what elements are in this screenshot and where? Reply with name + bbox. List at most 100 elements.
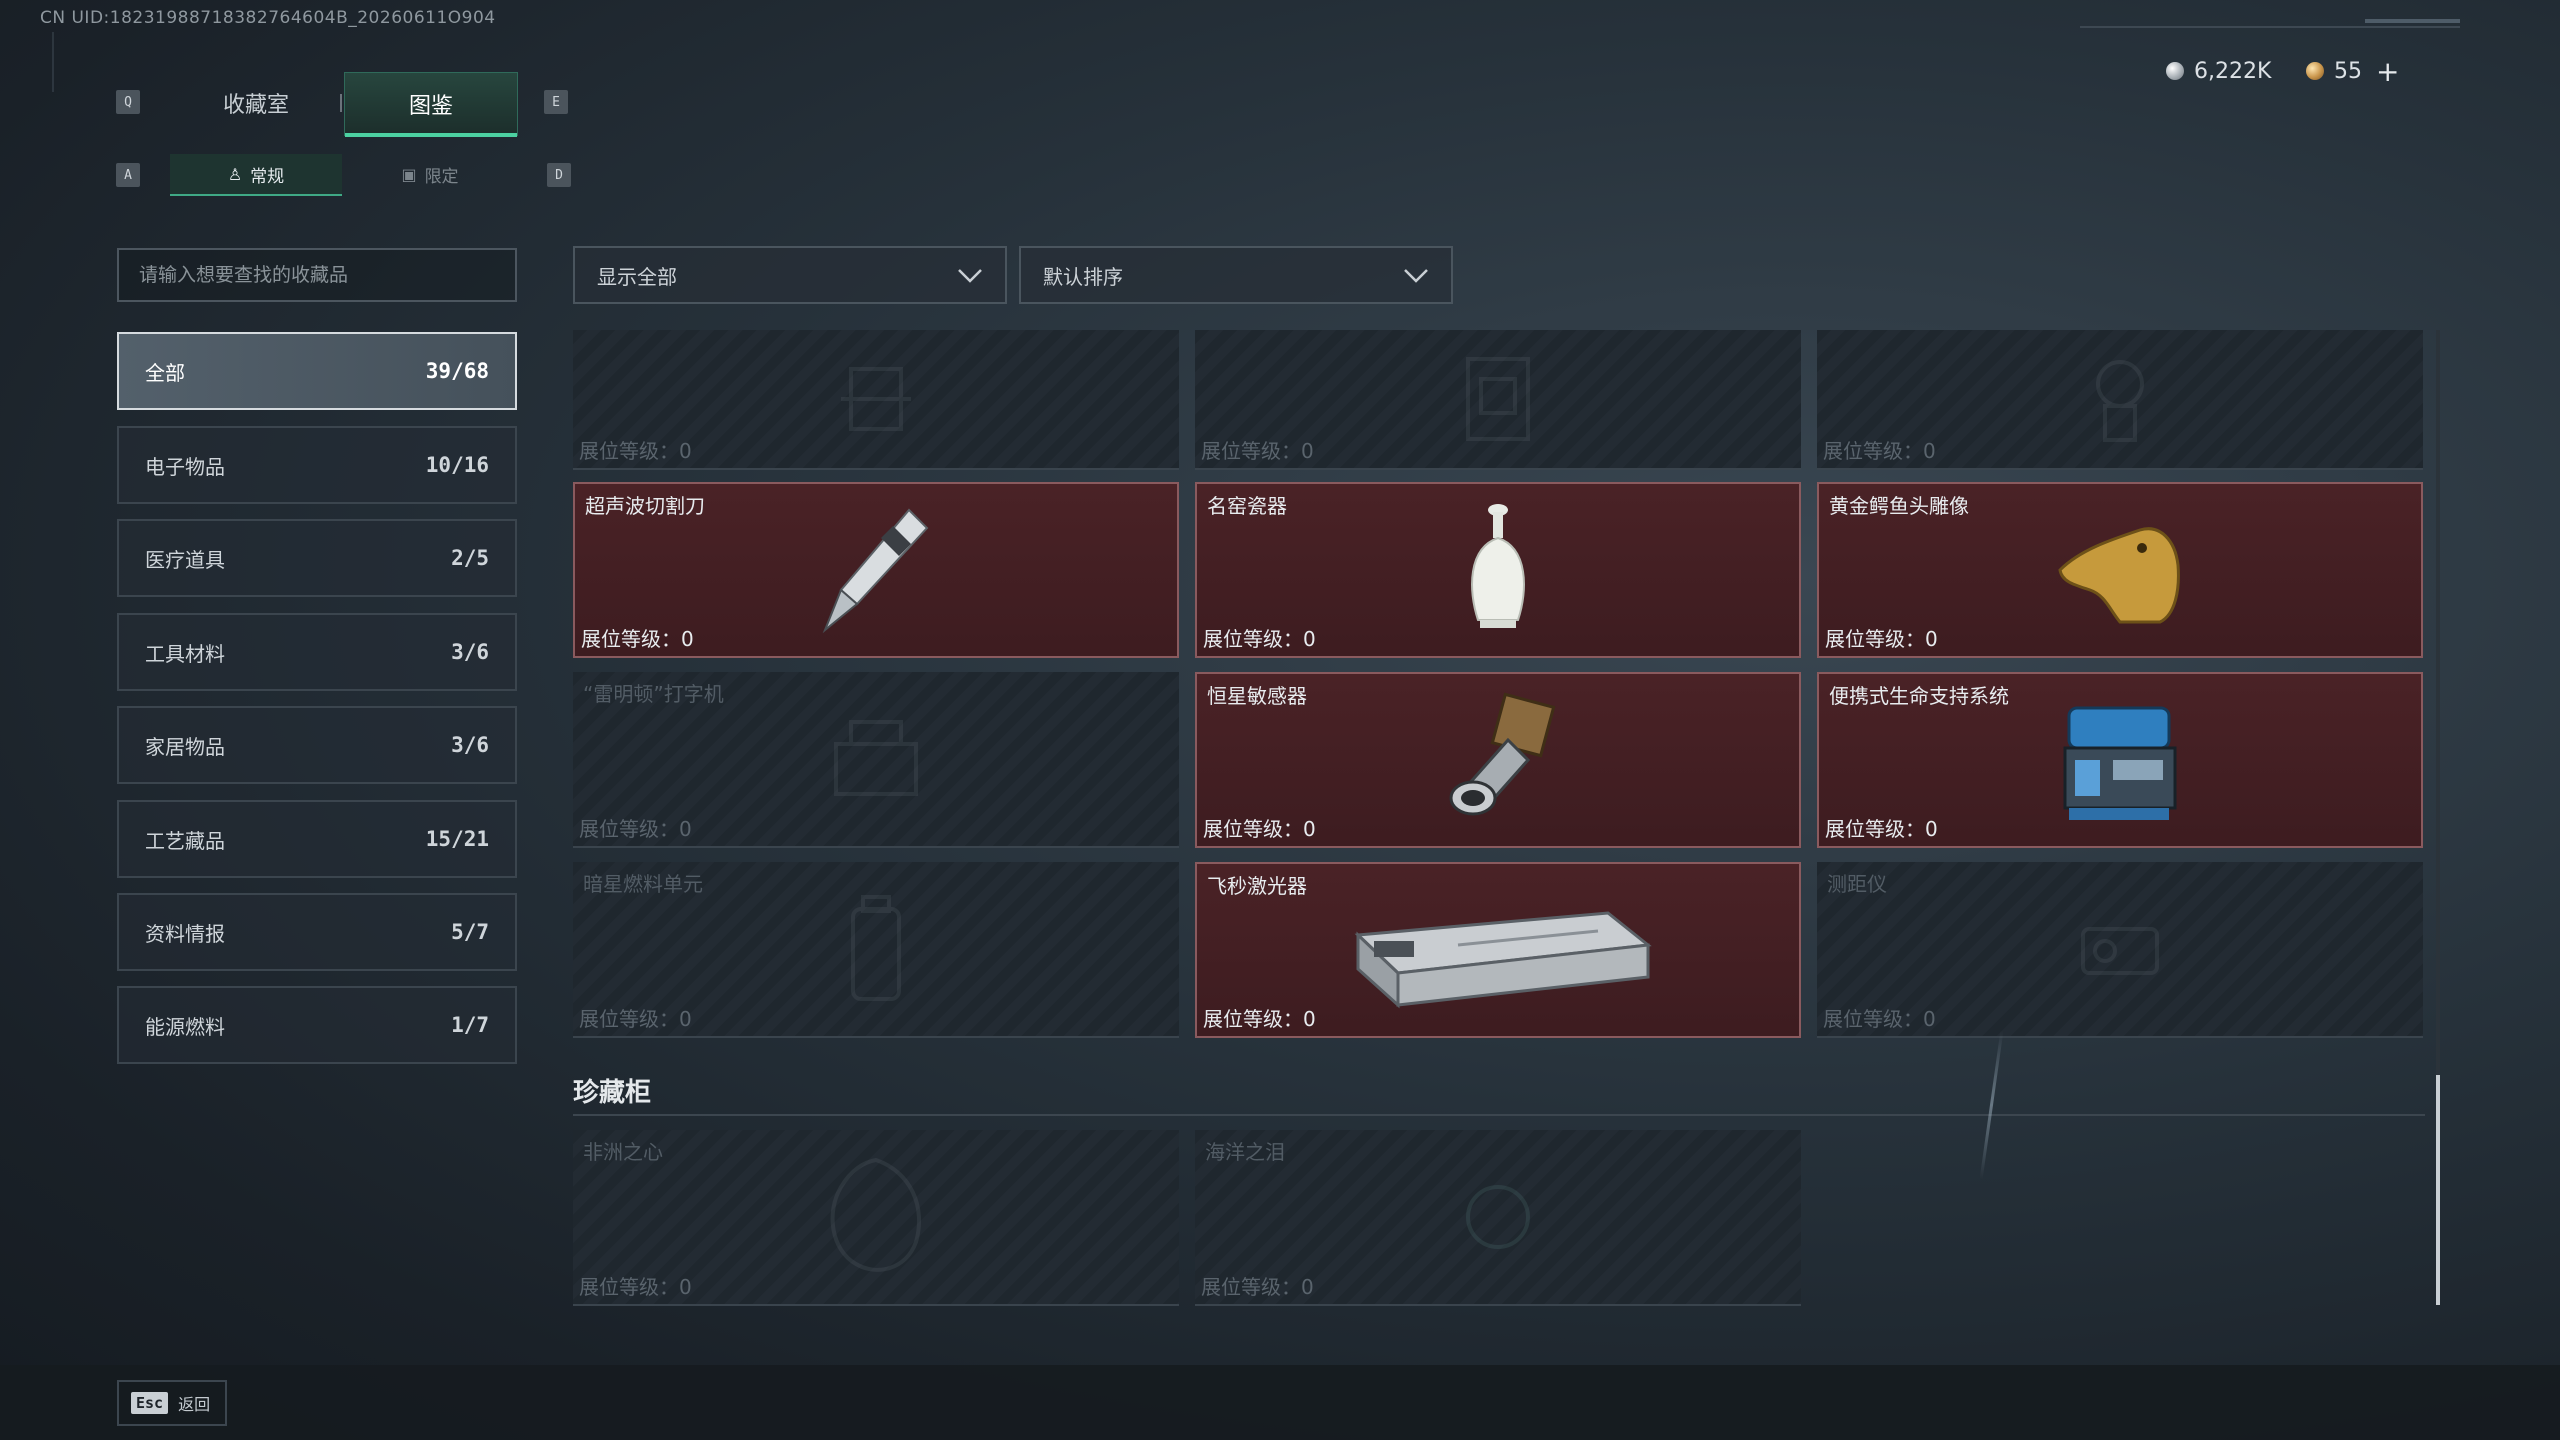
booth-level: 展位等级：0: [1823, 439, 1936, 463]
category-label: 电子物品: [145, 454, 225, 479]
item-name: 海洋之泪: [1205, 1140, 1285, 1164]
sort-dropdown-value: 默认排序: [1043, 264, 1123, 289]
item-name: “雷明顿”打字机: [583, 682, 724, 706]
booth-level: 展位等级：0: [581, 627, 694, 651]
subtab-regular-label: 常规: [250, 166, 285, 187]
regular-icon: ♙: [227, 164, 243, 184]
safe-icon: [1466, 357, 1530, 441]
filter-dropdown[interactable]: 显示全部: [573, 246, 1007, 304]
filter-dropdown-value: 显示全部: [597, 264, 677, 289]
tool-icon: [841, 367, 911, 431]
booth-level: 展位等级：0: [1823, 1007, 1936, 1031]
category-label: 医疗道具: [145, 547, 225, 572]
category-tools[interactable]: 工具材料 3/6: [117, 613, 517, 691]
back-button[interactable]: Esc 返回: [117, 1380, 227, 1426]
category-electronics[interactable]: 电子物品 10/16: [117, 426, 517, 504]
booth-level: 展位等级：0: [1201, 439, 1314, 463]
collectible-card[interactable]: 便携式生命支持系统 展位等级：0: [1817, 672, 2423, 848]
category-medical[interactable]: 医疗道具 2/5: [117, 519, 517, 597]
item-name: 暗星燃料单元: [583, 872, 703, 896]
back-label: 返回: [178, 1395, 211, 1414]
collectible-card[interactable]: 名窑瓷器 展位等级：0: [1195, 482, 1801, 658]
item-name: 便携式生命支持系统: [1829, 684, 2009, 708]
chevron-down-icon: [958, 269, 982, 283]
sort-dropdown[interactable]: 默认排序: [1019, 246, 1453, 304]
booth-level: 展位等级：0: [579, 1275, 692, 1299]
bottom-bar: [0, 1365, 2560, 1440]
collectible-card[interactable]: 超声波切割刀 展位等级：0: [573, 482, 1179, 658]
showcase-card[interactable]: 非洲之心 展位等级：0: [573, 1130, 1179, 1306]
category-count: 5/7: [451, 920, 489, 944]
category-all[interactable]: 全部 39/68: [117, 332, 517, 410]
key-hint-q: Q: [116, 90, 140, 114]
category-label: 工艺藏品: [145, 828, 225, 853]
category-count: 39/68: [425, 359, 489, 383]
silver-amount: 6,222K: [2194, 58, 2272, 84]
chevron-down-icon: [1404, 269, 1428, 283]
diamond-icon: [830, 1157, 922, 1272]
booth-level: 展位等级：0: [579, 1007, 692, 1031]
silver-coin-icon: [2166, 62, 2184, 80]
category-crafts[interactable]: 工艺藏品 15/21: [117, 800, 517, 878]
corner-decoration: [52, 32, 72, 92]
category-label: 资料情报: [145, 921, 225, 946]
collectible-card[interactable]: “雷明顿”打字机 展位等级：0: [573, 672, 1179, 848]
gem-icon: [1466, 1185, 1530, 1249]
typewriter-icon: [834, 720, 918, 796]
uid-label: CN UID:18231988718382764604B_20260611O90…: [40, 8, 496, 28]
category-count: 10/16: [425, 453, 489, 477]
collectible-card[interactable]: 展位等级：0: [1195, 330, 1801, 470]
gold-amount: 55: [2334, 58, 2362, 84]
gold-currency: 55 +: [2306, 55, 2399, 88]
add-currency-button[interactable]: +: [2376, 55, 2399, 88]
showcase-title: 珍藏柜: [573, 1078, 652, 1108]
item-name: 名窑瓷器: [1207, 494, 1287, 518]
subtab-regular[interactable]: ♙ 常规: [170, 154, 342, 196]
category-count: 15/21: [425, 827, 489, 851]
category-count: 1/7: [451, 1013, 489, 1037]
category-label: 家居物品: [145, 734, 225, 759]
rangefinder-icon: [2081, 927, 2159, 975]
category-count: 2/5: [451, 546, 489, 570]
esc-key-hint: Esc: [131, 1392, 169, 1414]
top-decoration-accent: [2365, 19, 2460, 23]
star-sensor-icon: [1449, 692, 1556, 816]
collectible-card[interactable]: 测距仪 展位等级：0: [1817, 862, 2423, 1038]
collectible-card[interactable]: 展位等级：0: [573, 330, 1179, 470]
booth-level: 展位等级：0: [1203, 627, 1316, 651]
category-count: 3/6: [451, 733, 489, 757]
collectible-card[interactable]: 黄金鳄鱼头雕像 展位等级：0: [1817, 482, 2423, 658]
collectible-card[interactable]: 展位等级：0: [1817, 330, 2423, 470]
gold-crocodile-head-icon: [2058, 527, 2180, 624]
item-name: 恒星敏感器: [1207, 684, 1307, 708]
category-label: 全部: [145, 360, 185, 385]
tab-collection-room[interactable]: 收藏室: [170, 72, 342, 134]
booth-level: 展位等级：0: [579, 439, 692, 463]
fuel-cell-icon: [851, 895, 901, 1001]
category-household[interactable]: 家居物品 3/6: [117, 706, 517, 784]
scrollbar-thumb[interactable]: [2436, 1075, 2440, 1305]
background-light-streak: [1979, 1030, 2004, 1180]
tab-catalog[interactable]: 图鉴: [344, 72, 518, 137]
subtab-limited[interactable]: ▣ 限定: [344, 154, 516, 194]
collectible-card[interactable]: 暗星燃料单元 展位等级：0: [573, 862, 1179, 1038]
category-label: 能源燃料: [145, 1014, 225, 1039]
showcase-card[interactable]: 海洋之泪 展位等级：0: [1195, 1130, 1801, 1306]
category-intel[interactable]: 资料情报 5/7: [117, 893, 517, 971]
tab-divider: [340, 94, 342, 112]
booth-level: 展位等级：0: [1201, 1275, 1314, 1299]
gold-coin-icon: [2306, 62, 2324, 80]
life-support-icon: [2063, 706, 2177, 820]
porcelain-vase-icon: [1471, 504, 1525, 628]
top-decoration-line: [2080, 26, 2460, 28]
search-input[interactable]: [117, 248, 517, 302]
limited-icon: ▣: [401, 164, 417, 184]
item-name: 超声波切割刀: [585, 494, 705, 518]
item-name: 黄金鳄鱼头雕像: [1829, 494, 1969, 518]
booth-level: 展位等级：0: [579, 817, 692, 841]
item-name: 非洲之心: [583, 1140, 663, 1164]
category-energy[interactable]: 能源燃料 1/7: [117, 986, 517, 1064]
collectible-card[interactable]: 飞秒激光器 展位等级：0: [1195, 862, 1801, 1038]
collectible-card[interactable]: 恒星敏感器 展位等级：0: [1195, 672, 1801, 848]
tab-collection-room-label: 收藏室: [222, 93, 289, 118]
